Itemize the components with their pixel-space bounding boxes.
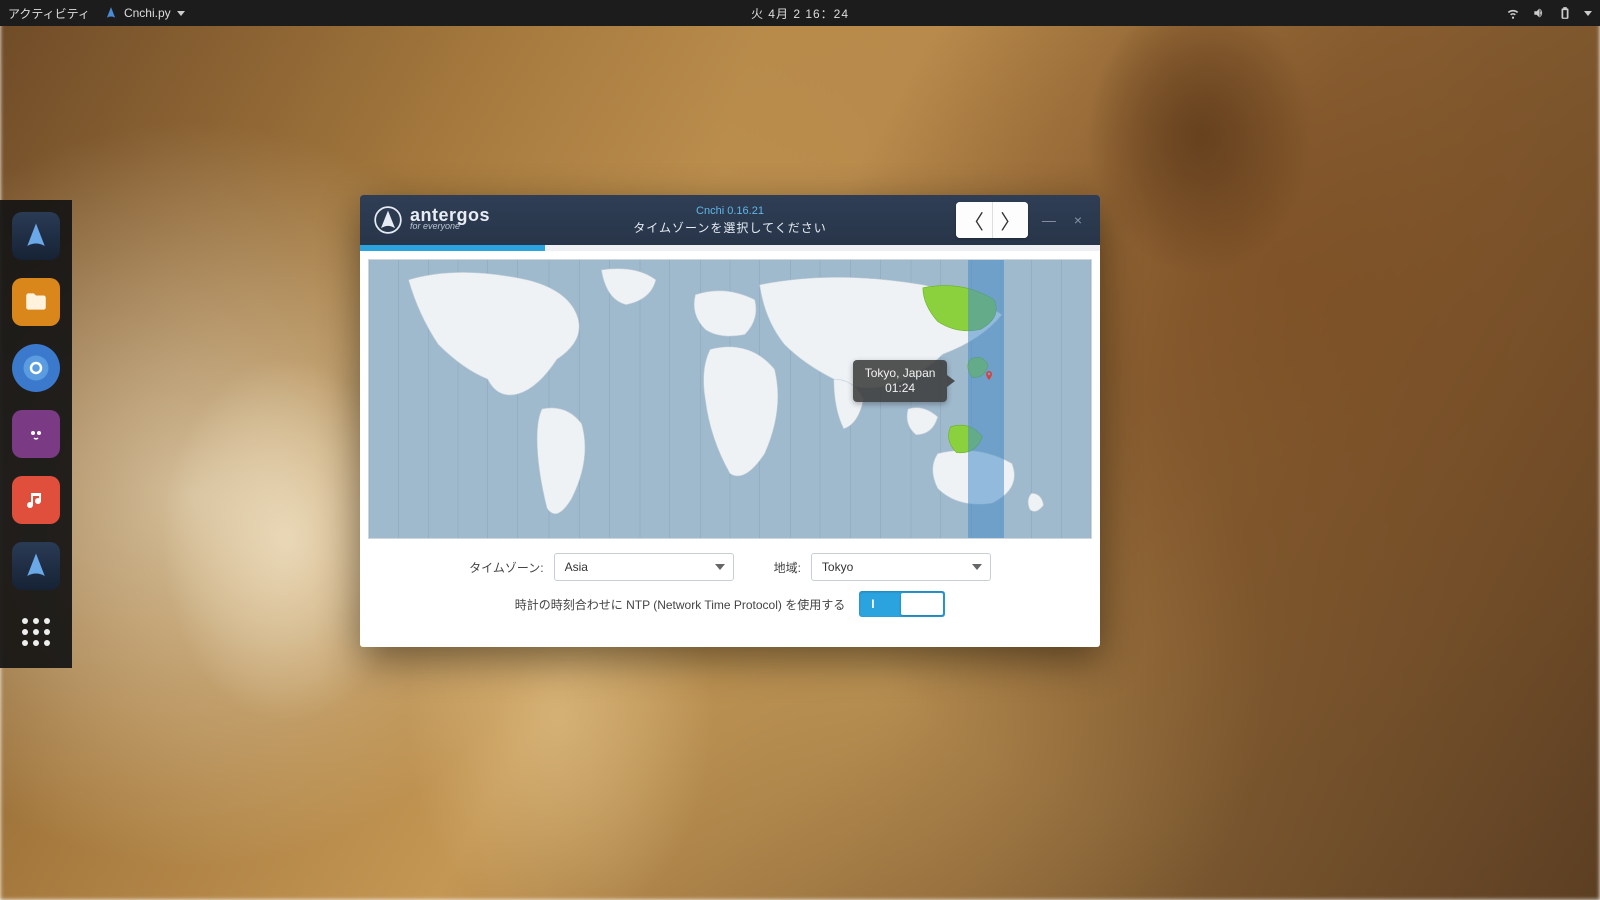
window-titlebar[interactable]: antergos for everyone Cnchi 0.16.21 タイムゾ… [360,195,1100,245]
page-title: タイムゾーンを選択してください [633,219,826,236]
ntp-label: 時計の時刻合わせに NTP (Network Time Protocol) を使… [515,596,845,613]
forward-button[interactable]: 〉 [992,202,1028,238]
chevron-down-icon [177,11,185,16]
timezone-combobox[interactable]: Asia [554,553,734,581]
back-button[interactable]: 〈 [956,202,992,238]
dock-files[interactable] [12,278,60,326]
ntp-toggle[interactable]: I [859,591,945,617]
dock-music[interactable] [12,476,60,524]
dock-show-applications[interactable] [12,608,60,656]
timezone-highlight-band [968,260,1004,538]
ntp-row: 時計の時刻合わせに NTP (Network Time Protocol) を使… [360,587,1100,631]
tooltip-city: Tokyo, Japan [865,366,936,381]
switch-on-label: I [871,597,874,611]
system-status-area[interactable] [1506,6,1592,20]
minimize-button[interactable]: — [1038,208,1060,232]
dock-chromium[interactable] [12,344,60,392]
tooltip-time: 01:24 [865,381,936,396]
topbar-clock[interactable]: 火 4月 2 16：24 [751,5,849,22]
map-pin-icon [983,368,995,384]
timezone-label: タイムゾーン: [469,559,544,576]
nav-button-group: 〈 〉 [956,202,1028,238]
region-value: Tokyo [822,560,853,574]
cnchi-installer-window: antergos for everyone Cnchi 0.16.21 タイムゾ… [360,195,1100,647]
chevron-down-icon [972,564,982,570]
app-menu[interactable]: Cnchi.py [104,6,185,20]
wifi-icon [1506,6,1520,20]
brand-name: antergos [410,209,490,221]
region-combobox[interactable]: Tokyo [811,553,991,581]
close-button[interactable]: × [1070,208,1086,232]
gnome-dock [0,200,72,668]
region-label: 地域: [774,559,801,576]
dock-social-app[interactable] [12,410,60,458]
dock-antergos-installer-running[interactable] [12,542,60,590]
dock-antergos-installer[interactable] [12,212,60,260]
timezone-map[interactable]: Tokyo, Japan 01:24 [368,259,1092,539]
chevron-down-icon [715,564,725,570]
brand: antergos for everyone [374,206,490,234]
gnome-topbar: アクティビティ Cnchi.py 火 4月 2 16：24 [0,0,1600,26]
antergos-icon [104,6,118,20]
timezone-controls: タイムゾーン: Asia 地域: Tokyo [360,539,1100,587]
volume-icon [1532,6,1546,20]
battery-icon [1558,6,1572,20]
apps-grid-icon [22,618,50,646]
activities-button[interactable]: アクティビティ [8,5,90,22]
installer-version: Cnchi 0.16.21 [633,205,826,217]
timezone-value: Asia [565,560,588,574]
chevron-down-icon [1584,11,1592,16]
switch-knob [901,593,943,615]
app-menu-label: Cnchi.py [124,6,171,20]
timezone-tooltip: Tokyo, Japan 01:24 [853,360,948,402]
antergos-logo-icon [374,206,402,234]
